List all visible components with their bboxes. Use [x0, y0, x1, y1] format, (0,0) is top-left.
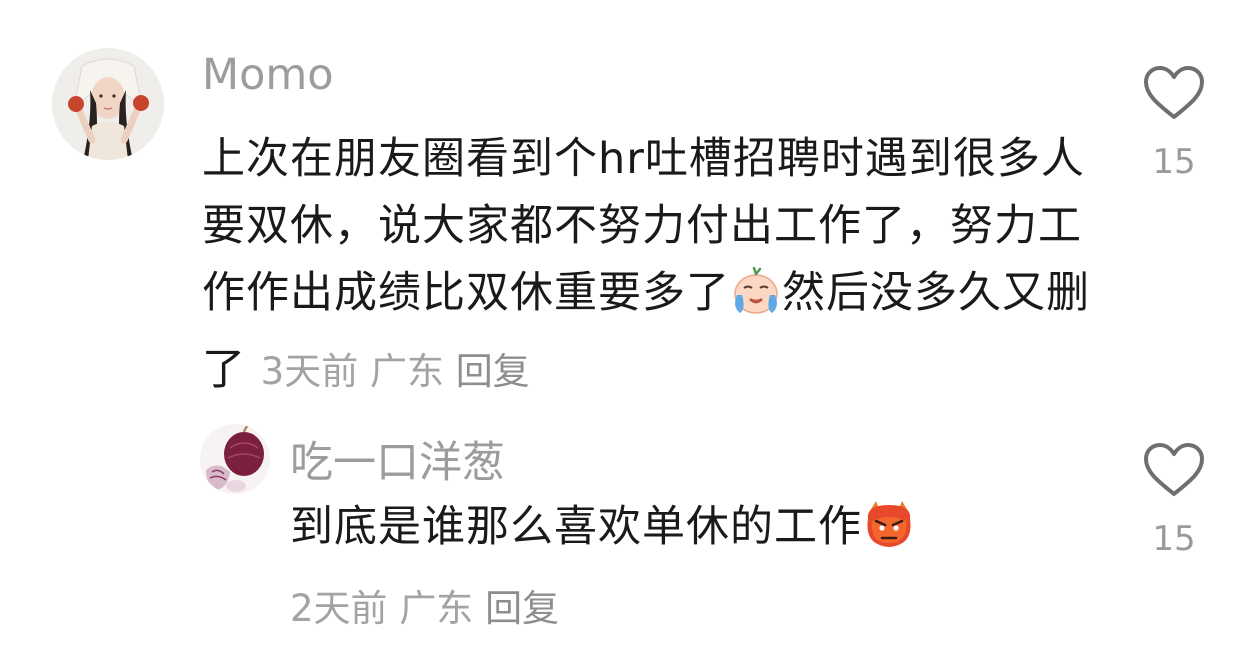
crying-face-emoji-icon: [730, 265, 782, 337]
comment-text: 上次在朋友圈看到个hr吐槽招聘时遇到很多人要双休，说大家都不努力付出工作了，努力…: [202, 126, 1102, 405]
username[interactable]: 吃一口洋葱: [290, 428, 505, 490]
angry-devil-emoji-icon: [862, 497, 916, 568]
like-count: 15: [1152, 142, 1196, 182]
like-button[interactable]: 15: [1139, 441, 1209, 559]
reply-button[interactable]: 回复: [485, 587, 559, 630]
comment-body: 到底是谁那么喜欢单休的工作: [290, 502, 862, 552]
comment-text: 到底是谁那么喜欢单休的工作: [290, 496, 1110, 568]
avatar[interactable]: [200, 424, 270, 494]
comment-time: 3天前: [260, 350, 359, 393]
username[interactable]: Momo: [202, 50, 334, 100]
reply-button[interactable]: 回复: [456, 350, 530, 393]
heart-outline-icon: [1144, 66, 1204, 119]
comment-location: 广东: [369, 350, 444, 393]
comment-time: 2天前: [290, 587, 388, 630]
avatar-image: [200, 424, 270, 494]
comment-meta: 3天前 广东 回复: [261, 350, 530, 393]
avatar[interactable]: [52, 48, 164, 160]
like-count: 15: [1152, 519, 1196, 559]
like-button[interactable]: 15: [1139, 64, 1209, 182]
heart-outline-icon: [1144, 443, 1204, 496]
comment-location: 广东: [399, 587, 474, 630]
avatar-image: [52, 48, 164, 160]
comment-meta: 2天前 广东 回复: [290, 578, 559, 632]
